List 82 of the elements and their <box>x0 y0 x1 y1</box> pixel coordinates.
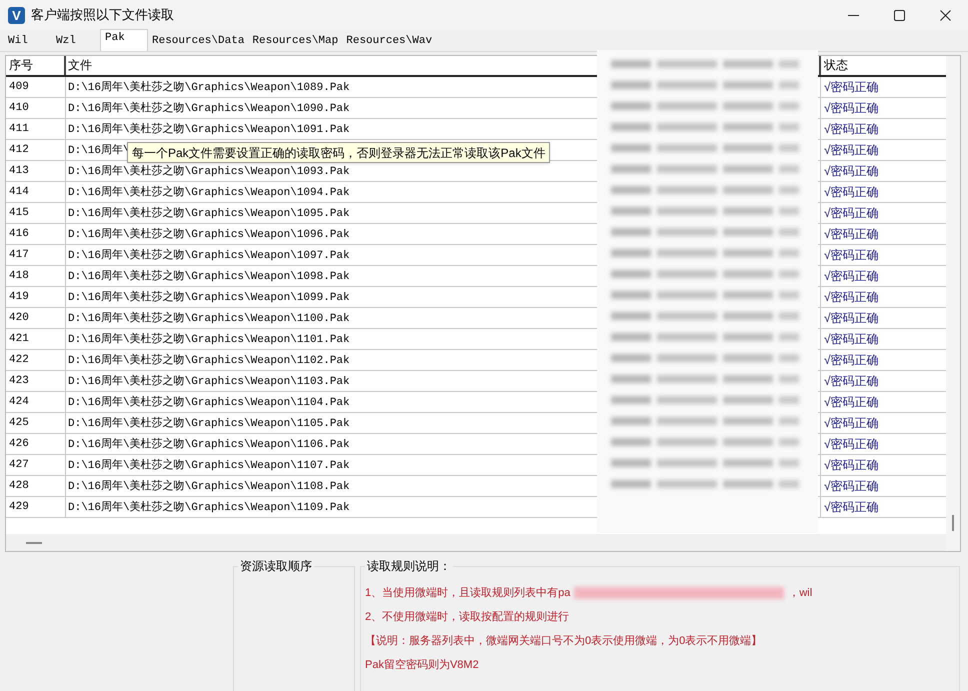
table-cell-text: √密码正确 <box>823 394 880 411</box>
table-cell: 418 <box>6 266 66 286</box>
table-cell: 409 <box>6 77 66 97</box>
table-cell: 423 <box>6 371 66 391</box>
scrollbar-thumb[interactable] <box>952 515 954 531</box>
table-cell-text: √密码正确 <box>823 457 880 474</box>
table-cell: D:\16周年\美杜莎之吻\Graphics\Weapon\1109.Pak <box>68 502 350 514</box>
column-header[interactable]: 状态 <box>821 56 945 75</box>
table-cell: D:\16周年\美杜莎之吻\Graphics\Weapon\1099.Pak <box>68 292 350 304</box>
table-cell: 429 <box>6 497 66 517</box>
table-cell: D:\16周年\美杜莎之吻\Graphics\Weapon\1094.Pak <box>68 187 350 199</box>
table-cell: D:\16周年\美杜莎之吻\Graphics\Weapon\1096.Pak <box>68 229 350 241</box>
table-cell: 416 <box>6 224 66 244</box>
table-cell: D:\16周年\美杜莎之吻\Graphics\Weapon\1097.Pak <box>68 250 350 262</box>
table-cell-text: √密码正确 <box>823 415 880 432</box>
table-cell: 415 <box>6 203 66 223</box>
table-cell: 410 <box>6 98 66 118</box>
table-cell: D:\16周年\美杜莎之吻\Graphics\Weapon\1108.Pak <box>68 481 350 493</box>
table-cell-text: √密码正确 <box>823 79 880 96</box>
table-cell-text: √密码正确 <box>823 352 880 369</box>
table-cell-text: √密码正确 <box>823 247 880 264</box>
table-cell-text: √密码正确 <box>823 268 880 285</box>
table-cell: 422 <box>6 350 66 370</box>
table-cell: 412 <box>6 140 66 160</box>
table-cell: D:\16周年\美杜莎之吻\Graphics\Weapon\1103.Pak <box>68 376 350 388</box>
table-cell: 413 <box>6 161 66 181</box>
table-cell: D:\16周年\美杜莎之吻\Graphics\Weapon\1095.Pak <box>68 208 350 220</box>
rule-text: 【说明：服务器列表中，微端网关端口号不为0表示使用微端，为0表示不用微端】 <box>365 634 762 649</box>
table-cell: D:\16周年\美杜莎之吻\Graphics\Weapon\1091.Pak <box>68 124 350 136</box>
tab[interactable]: Pak <box>100 29 148 51</box>
table-cell-text: √密码正确 <box>823 226 880 243</box>
rule-text: ，wil <box>788 586 812 601</box>
table-cell-text: √密码正确 <box>823 310 880 327</box>
window-title: 客户端按照以下文件读取 <box>31 6 174 24</box>
table-cell: 417 <box>6 245 66 265</box>
table-cell-text: √密码正确 <box>823 205 880 222</box>
table-cell-text: √密码正确 <box>823 184 880 201</box>
table-cell: D:\16周年\美杜莎之吻\Graphics\Weapon\1093.Pak <box>68 166 350 178</box>
table-cell: 425 <box>6 413 66 433</box>
table-cell-text: √密码正确 <box>823 331 880 348</box>
table-cell: D:\16周年\美杜莎之吻\Graphics\Weapon\1100.Pak <box>68 313 350 325</box>
table-cell-text: √密码正确 <box>823 163 880 180</box>
rule-text: 2、不使用微端时，读取按配置的规则进行 <box>365 610 570 625</box>
rule-text: 1、当使用微端时，且读取规则列表中有pa <box>365 586 570 601</box>
table-cell-text: √密码正确 <box>823 289 880 306</box>
column-header[interactable]: 序号 <box>6 56 66 75</box>
tooltip: 每一个Pak文件需要设置正确的读取密码，否则登录器无法正常读取该Pak文件 <box>127 142 550 163</box>
table-cell-text: √密码正确 <box>823 142 880 159</box>
table-cell: 426 <box>6 434 66 454</box>
close-icon <box>940 10 950 20</box>
table-cell: D:\16周年\美杜莎之吻\Graphics\Weapon\1102.Pak <box>68 355 350 367</box>
app-logo: V <box>8 6 25 24</box>
table-cell-text: √密码正确 <box>823 478 880 495</box>
table-cell: D:\16周年\美杜莎之吻\Graphics\Weapon\1104.Pak <box>68 397 350 409</box>
table-cell: 414 <box>6 182 66 202</box>
table-cell: D:\16周年\美杜莎之吻\Graphics\Weapon\1089.Pak <box>68 82 350 94</box>
group-title: 读取规则说明： <box>365 557 453 575</box>
table-cell: D:\16周年\美杜莎之吻\Graphics\Weapon\1106.Pak <box>68 439 350 451</box>
table-cell: D:\16周年\美杜莎之吻\Graphics\Weapon\1090.Pak <box>68 103 350 115</box>
group-title: 资源读取顺序 <box>238 557 314 575</box>
table-cell-text: √密码正确 <box>823 499 880 516</box>
table-cell: 411 <box>6 119 66 139</box>
table-cell: 420 <box>6 308 66 328</box>
table-cell-text: √密码正确 <box>823 436 880 453</box>
minimize-icon <box>848 14 858 16</box>
table-cell: D:\16周年\美杜莎之吻\Graphics\Weapon\1098.Pak <box>68 271 350 283</box>
table-cell: D:\16周年\美杜莎之吻\Graphics\Weapon\1101.Pak <box>68 334 350 346</box>
horizontal-scrollbar[interactable] <box>6 534 946 551</box>
rule-text: Pak留空密码则为V8M2 <box>365 658 479 673</box>
table-cell-text: √密码正确 <box>823 100 880 117</box>
table-cell-text: √密码正确 <box>823 373 880 390</box>
scrollbar-thumb[interactable] <box>26 542 42 544</box>
table-cell: 419 <box>6 287 66 307</box>
table-cell: 424 <box>6 392 66 412</box>
table-cell: 427 <box>6 455 66 475</box>
table-cell-text: √密码正确 <box>823 121 880 138</box>
table-cell: 421 <box>6 329 66 349</box>
table-cell: 428 <box>6 476 66 496</box>
vertical-scrollbar[interactable] <box>946 56 960 551</box>
table-cell: D:\16周年\美杜莎之吻\Graphics\Weapon\1105.Pak <box>68 418 350 430</box>
table-cell: D:\16周年\美杜莎之吻\Graphics\Weapon\1107.Pak <box>68 460 350 472</box>
maximize-icon <box>894 10 904 20</box>
